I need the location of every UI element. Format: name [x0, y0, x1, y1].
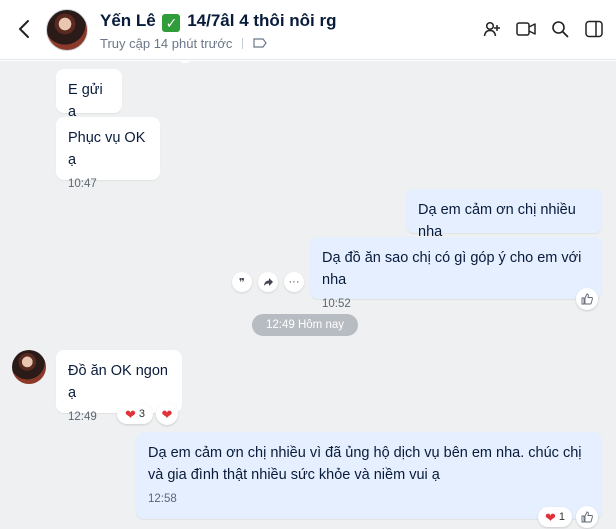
message-time: 10:47: [68, 178, 97, 190]
divider: [242, 38, 244, 49]
video-call-icon[interactable]: [516, 17, 536, 41]
panel-toggle-icon[interactable]: [584, 17, 604, 41]
message-bubble[interactable]: E gửi a: [56, 69, 122, 120]
like-icon[interactable]: [576, 288, 598, 310]
reaction-count: 1: [558, 511, 566, 523]
message-time: 10:52: [322, 298, 351, 310]
message-bubble[interactable]: Dạ em cảm ơn chị nhiều nha: [406, 189, 602, 240]
quote-icon[interactable]: ❞: [232, 272, 252, 292]
last-seen-text: Truy cập 14 phút trước: [100, 36, 233, 51]
heart-icon: ❤: [124, 406, 136, 422]
more-options-icon[interactable]: ···: [284, 272, 304, 292]
reaction-count: 3: [138, 408, 146, 420]
reaction-badge[interactable]: ❤ 3: [117, 404, 153, 424]
message-text: Dạ đồ ăn sao chị có gì góp ý cho em với …: [322, 250, 582, 288]
contact-name-suffix: 14/7âl 4 thôi nôi rg: [187, 11, 337, 30]
back-arrow-icon[interactable]: [12, 17, 36, 41]
like-icon[interactable]: [576, 506, 598, 528]
chat-header: Yến Lê ✓ 14/7âl 4 thôi nôi rg Truy cập 1…: [0, 0, 616, 60]
contact-status: Truy cập 14 phút trước: [100, 36, 268, 51]
contact-title[interactable]: Yến Lê ✓ 14/7âl 4 thôi nôi rg: [100, 11, 336, 32]
message-text: Dạ em cảm ơn chị nhiều nha: [418, 202, 576, 240]
date-divider: 12:49 Hôm nay: [252, 314, 358, 336]
check-emoji-icon: ✓: [162, 14, 181, 32]
message-text: E gửi a: [68, 82, 103, 120]
header-actions: [482, 17, 604, 41]
contact-avatar-small[interactable]: [12, 350, 46, 384]
message-text: Dạ em cảm ơn chị nhiều vì đã ủng hộ dịch…: [148, 445, 582, 483]
reaction-badge[interactable]: ❤ 1: [538, 507, 572, 527]
message-text: Phục vụ OK ạ: [68, 130, 146, 168]
message-text: Đồ ăn OK ngon ạ: [68, 363, 168, 401]
message-bubble[interactable]: Dạ đồ ăn sao chị có gì góp ý cho em với …: [310, 237, 602, 310]
scroll-indicator: [177, 61, 193, 63]
message-bubble[interactable]: Phục vụ OK ạ 10:47: [56, 117, 160, 190]
contact-avatar[interactable]: [46, 9, 88, 51]
heart-icon: ❤: [544, 509, 556, 525]
search-icon[interactable]: [550, 17, 570, 41]
message-time: 12:58: [148, 493, 177, 505]
chat-area[interactable]: E gửi a Phục vụ OK ạ 10:47 Dạ em cảm ơn …: [0, 61, 616, 529]
forward-icon[interactable]: [258, 272, 278, 292]
heart-icon: ❤: [161, 406, 173, 422]
message-bubble[interactable]: Dạ em cảm ơn chị nhiều vì đã ủng hộ dịch…: [136, 432, 602, 519]
add-member-icon[interactable]: [482, 17, 502, 41]
contact-name: Yến Lê: [100, 11, 156, 30]
tag-icon[interactable]: [253, 36, 268, 51]
heart-react-icon[interactable]: ❤: [156, 403, 178, 425]
